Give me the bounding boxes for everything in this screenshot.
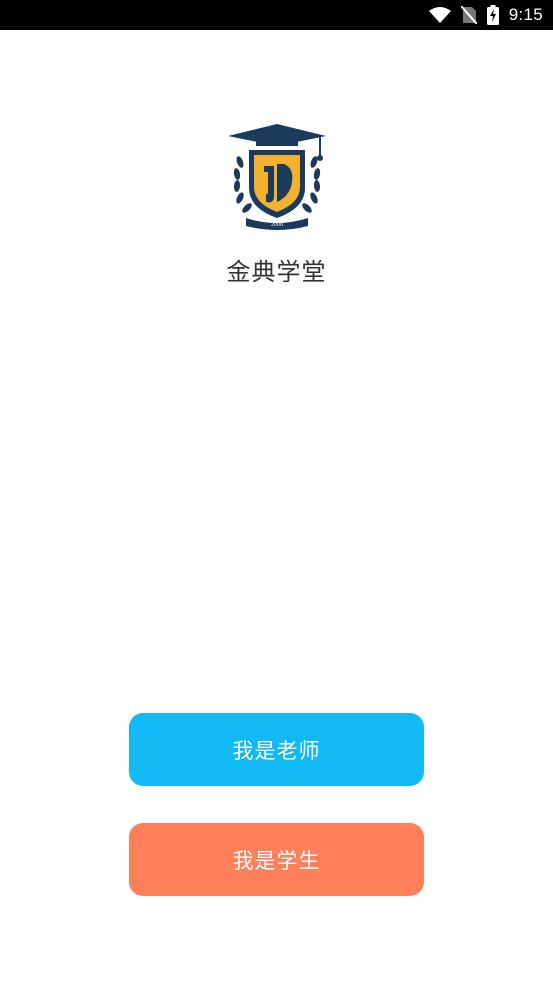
teacher-role-button[interactable]: 我是老师 [129,713,424,786]
status-time: 9:15 [508,5,543,24]
no-sim-icon [460,6,477,24]
status-icons: 9:15 [428,0,543,30]
student-role-button[interactable]: 我是学生 [129,823,424,896]
app-logo: 2008 [226,122,328,232]
logo-year: 2008 [271,222,283,228]
status-bar: 9:15 [0,0,553,30]
wifi-icon [428,7,451,23]
battery-charging-icon [486,5,499,25]
app-title: 金典学堂 [226,258,327,286]
